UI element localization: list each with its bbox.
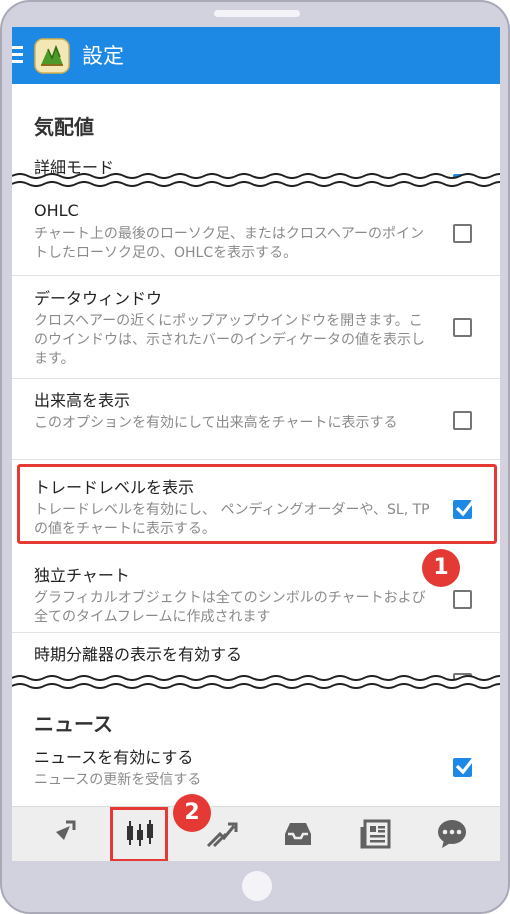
- setting-desc: クロスヘアーの近くにポップアップウインドウを開きます。このウインドウは、示された…: [34, 313, 426, 367]
- enable-news-checkbox[interactable]: [453, 757, 476, 777]
- setting-title: OHLC: [34, 201, 79, 220]
- setting-desc: ニュースの更新を受信する: [34, 772, 202, 788]
- bottom-navigation: [12, 806, 500, 861]
- independent-chart-checkbox[interactable]: [453, 590, 472, 609]
- setting-ohlc[interactable]: OHLC チャート上の最後のローソク足、またはクロスヘアーのポイントしたローソク…: [12, 196, 500, 275]
- page-title: 設定: [82, 44, 124, 68]
- tear-divider: [12, 173, 500, 196]
- setting-volume[interactable]: 出来高を表示 このオプションを有効にして出来高をチャートに表示する: [12, 379, 500, 459]
- tear-divider: [12, 675, 500, 698]
- chat-icon: [438, 820, 466, 848]
- app-bar: 設定: [12, 27, 500, 84]
- setting-title: データウィンドウ: [34, 289, 163, 308]
- screen: 設定 気配値 詳細モード OHLC チャート上の最後のローソク足、またはクロスヘ…: [12, 27, 500, 861]
- step-badge-1: 1: [422, 549, 460, 587]
- speaker: [214, 10, 300, 17]
- trade-levels-highlight: [17, 464, 497, 544]
- app-logo-icon: [34, 38, 70, 74]
- step-badge-2: 2: [173, 794, 211, 832]
- ohlc-checkbox[interactable]: [453, 224, 472, 243]
- device-frame: 設定 気配値 詳細モード OHLC チャート上の最後のローソク足、またはクロスヘ…: [0, 0, 510, 914]
- news-icon: [360, 819, 391, 849]
- setting-enable-news[interactable]: ニュースを有効にする ニュースの更新を受信する: [12, 745, 500, 805]
- trade-icon: [206, 822, 238, 848]
- nav-news[interactable]: [356, 816, 396, 852]
- section-header-quotes: 気配値: [34, 115, 94, 139]
- home-button[interactable]: [242, 871, 272, 901]
- volume-checkbox[interactable]: [453, 411, 472, 430]
- setting-title: 出来高を表示: [34, 391, 131, 410]
- nav-quotes[interactable]: [42, 816, 82, 852]
- setting-desc: チャート上の最後のローソク足、またはクロスヘアーのポイントしたローソク足の、OH…: [34, 226, 425, 261]
- setting-desc: グラフィカルオブジェクトは全てのシンボルのチャートおよび全てのタイムフレームに作…: [34, 590, 426, 625]
- setting-title: ニュースを有効にする: [34, 748, 194, 767]
- setting-desc: このオプションを有効にして出来高をチャートに表示する: [34, 415, 398, 431]
- section-header-news: ニュース: [34, 712, 113, 736]
- chart-nav-highlight: [110, 807, 168, 861]
- menu-icon[interactable]: [12, 46, 23, 64]
- setting-title: 時期分離器の表示を有効する: [34, 645, 243, 664]
- setting-title: 独立チャート: [34, 566, 130, 585]
- quotes-icon: [50, 820, 76, 846]
- data-window-checkbox[interactable]: [453, 318, 472, 337]
- setting-data-window[interactable]: データウィンドウ クロスヘアーの近くにポップアップウインドウを開きます。このウイ…: [12, 276, 500, 378]
- nav-chat[interactable]: [432, 816, 472, 852]
- history-inbox-icon: [285, 823, 311, 845]
- nav-history[interactable]: [278, 816, 318, 852]
